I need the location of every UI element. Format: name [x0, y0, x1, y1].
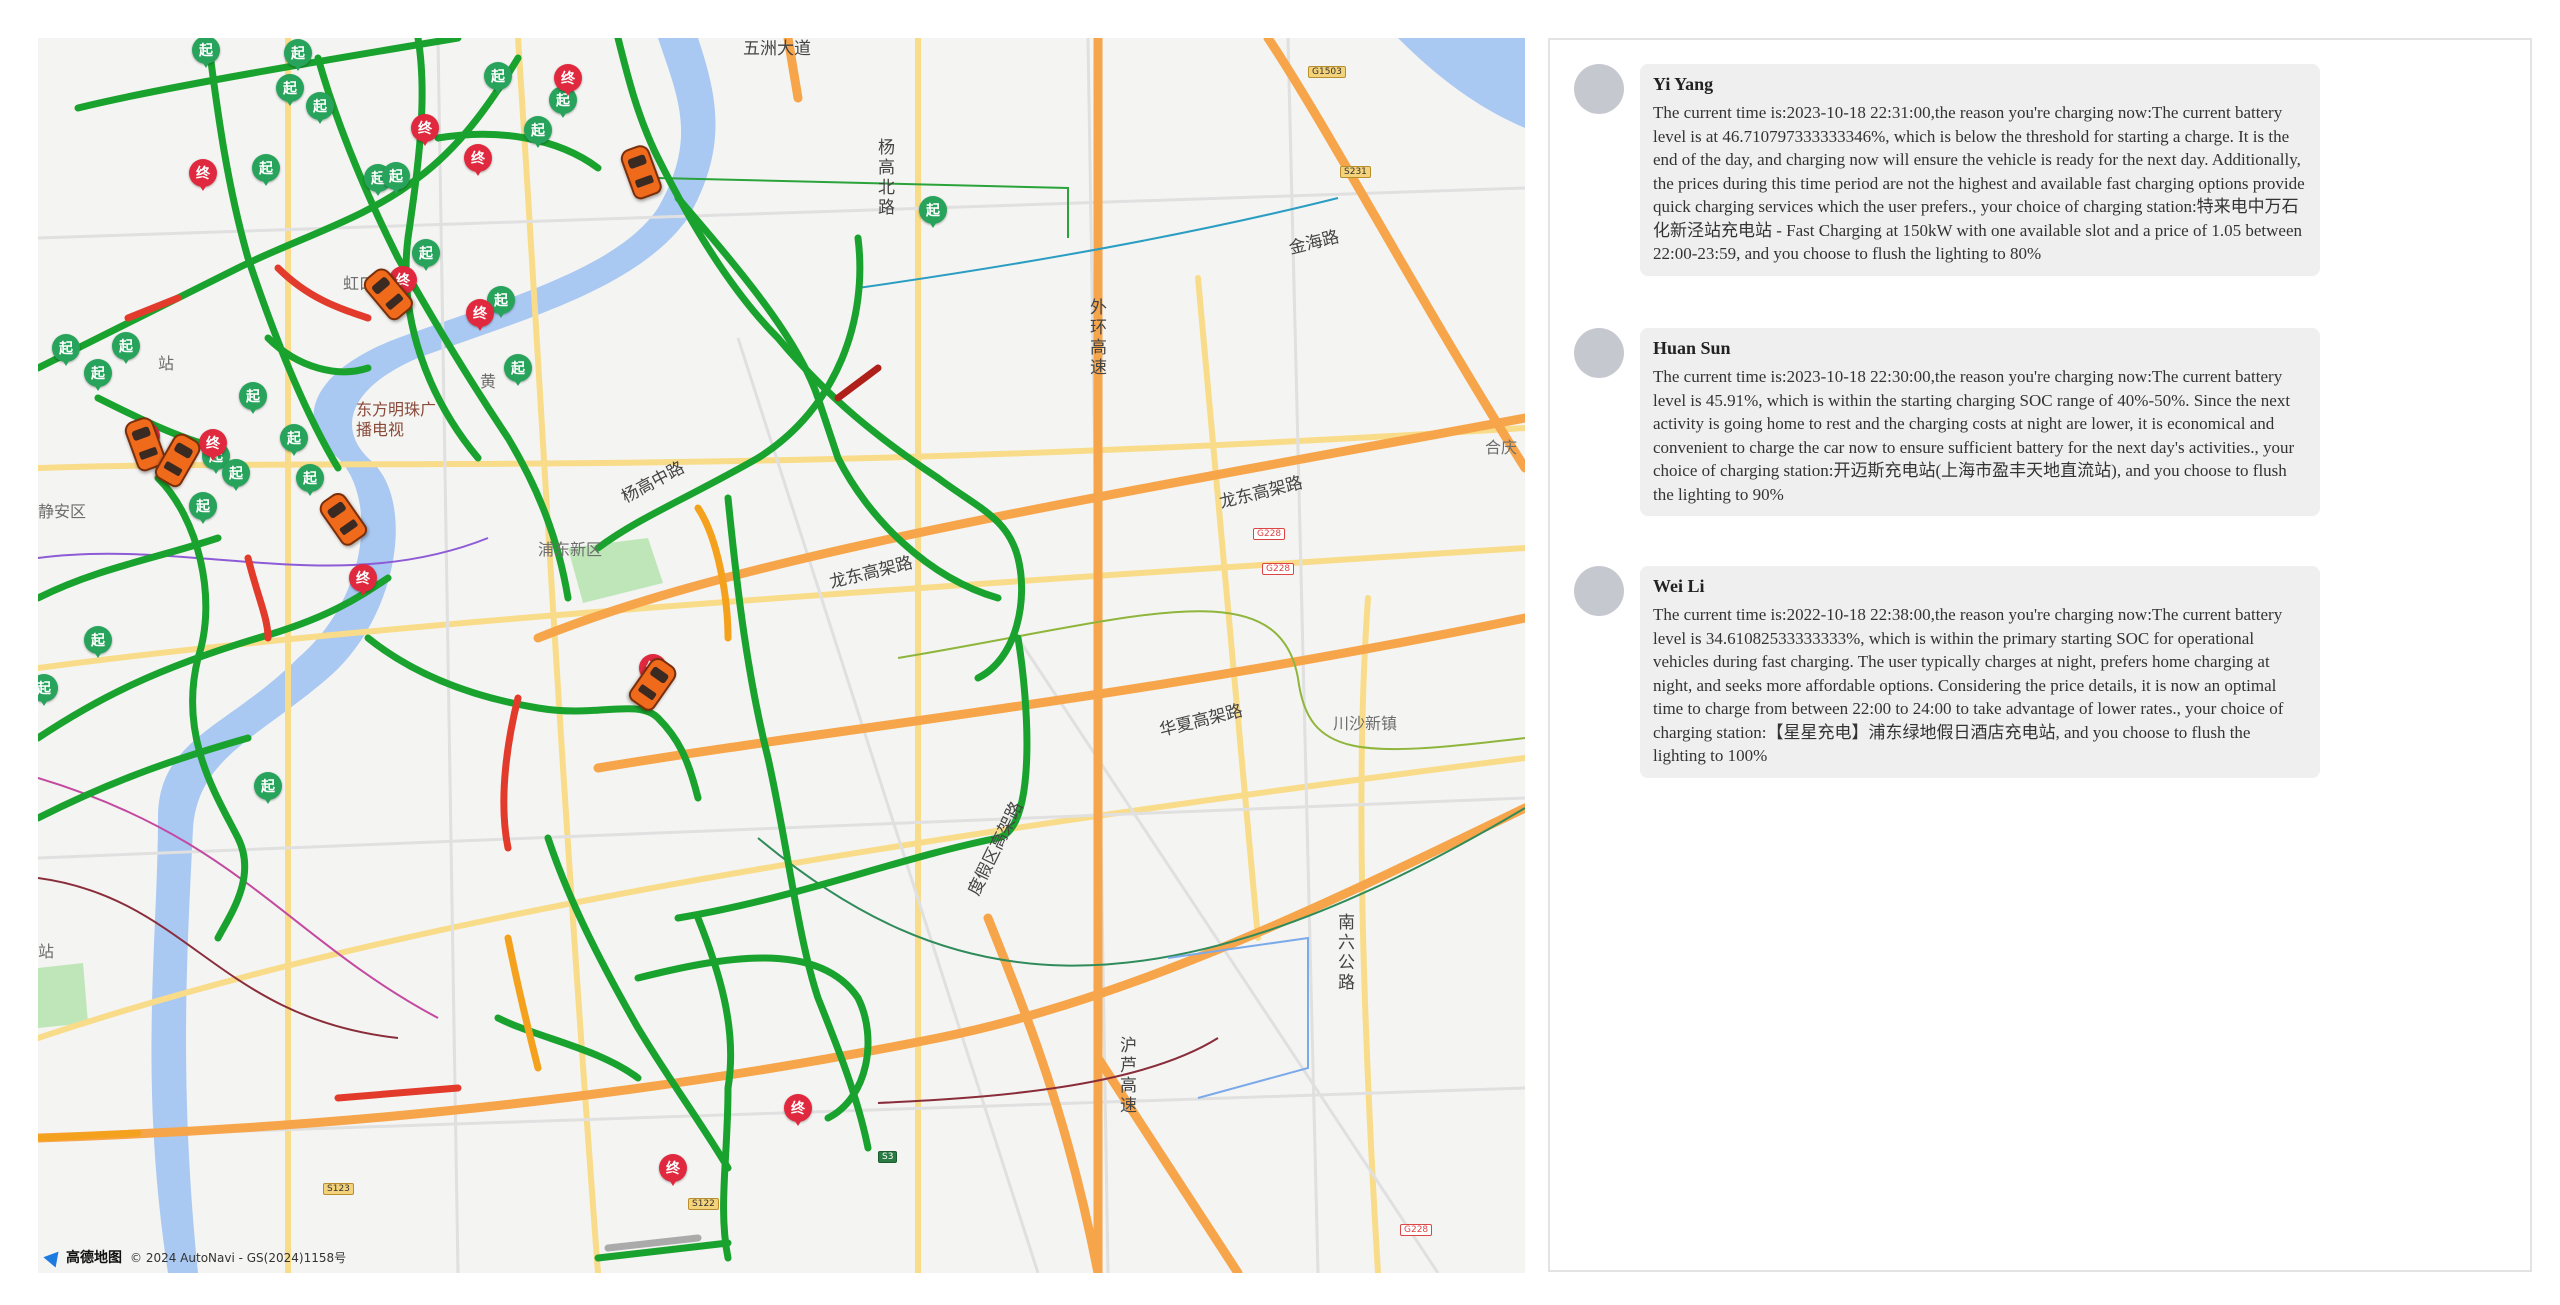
message-text: The current time is:2023-10-18 22:30:00,…	[1653, 367, 2295, 504]
map-base-layer	[38, 38, 1525, 1273]
copyright-text: © 2024 AutoNavi - GS(2024)1158号	[130, 1250, 347, 1265]
park-green-2	[38, 963, 88, 1028]
road-shield: S123	[323, 1183, 354, 1195]
road-shield: G228	[1253, 528, 1286, 540]
sender-name: Yi Yang	[1653, 74, 1714, 94]
avatar	[1574, 328, 1624, 378]
road-shield: S231	[1340, 166, 1371, 178]
map-label-station-top: 站	[158, 354, 175, 373]
map-label-jingan: 静安区	[38, 502, 87, 521]
avatar	[1574, 64, 1624, 114]
map-label-hulu: 沪芦高速	[1120, 1036, 1137, 1116]
navigation-arrow-icon	[43, 1246, 65, 1268]
message-bubble: Yi Yang The current time is:2023-10-18 2…	[1640, 64, 2320, 276]
road-shield: G1503	[1308, 66, 1346, 78]
message-bubble: Wei Li The current time is:2022-10-18 22…	[1640, 566, 2320, 778]
map-label-wuzhou: 五洲大道	[743, 39, 811, 59]
road-shield: S3	[878, 1151, 898, 1163]
map-label-heqing: 合庆	[1485, 438, 1518, 457]
amap-logo[interactable]: 高德地图	[43, 1246, 122, 1268]
map-label-yanggao-north: 杨高北路	[878, 138, 895, 218]
map-label-pudong-new: 浦东新区	[538, 540, 603, 559]
map-label-oriental-pearl: 东方明珠广播电视	[356, 400, 437, 439]
map-label-nanliu: 南六公路	[1338, 913, 1355, 993]
chat-message: Yi Yang The current time is:2023-10-18 2…	[1574, 64, 2320, 276]
river-east	[1398, 38, 1525, 128]
map-label-waihuan: 外环高速	[1090, 298, 1107, 378]
sender-name: Wei Li	[1653, 576, 1705, 596]
map-label-huangpu: 黄	[480, 372, 497, 391]
sender-name: Huan Sun	[1653, 338, 1731, 358]
chat-message: Huan Sun The current time is:2023-10-18 …	[1574, 328, 2320, 516]
avatar	[1574, 566, 1624, 616]
message-text: The current time is:2023-10-18 22:31:00,…	[1653, 103, 2305, 263]
road-shield: G228	[1400, 1224, 1433, 1236]
message-text: The current time is:2022-10-18 22:38:00,…	[1653, 605, 2284, 765]
road-shield: S122	[688, 1198, 719, 1210]
map-label-station-left: 站	[38, 942, 55, 961]
road-shield: G228	[1262, 563, 1295, 575]
message-bubble: Huan Sun The current time is:2023-10-18 …	[1640, 328, 2320, 516]
map-label-chuansha: 川沙新镇	[1333, 714, 1398, 733]
chat-message: Wei Li The current time is:2022-10-18 22…	[1574, 566, 2320, 778]
map-attribution: 高德地图 © 2024 AutoNavi - GS(2024)1158号	[43, 1246, 347, 1268]
map-view[interactable]: 五洲大道 杨高北路 金海路 外环高速 虹口 黄 东方明珠广播电视 静安区 杨高中…	[38, 38, 1525, 1273]
chat-panel[interactable]: Yi Yang The current time is:2023-10-18 2…	[1548, 38, 2532, 1272]
